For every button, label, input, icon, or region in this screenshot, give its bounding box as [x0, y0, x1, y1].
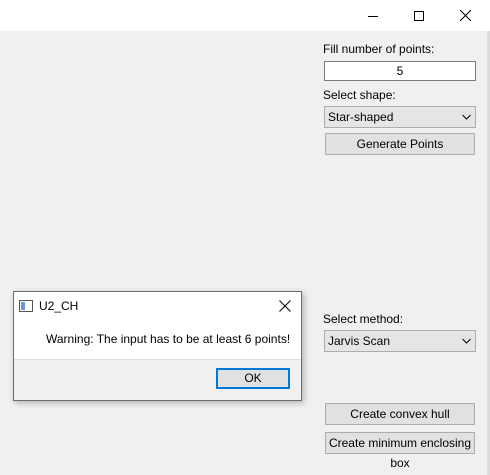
create-convex-hull-button[interactable]: Create convex hull: [325, 403, 475, 425]
method-select-value: Jarvis Scan: [328, 334, 391, 348]
dialog-close-button[interactable]: [273, 295, 297, 317]
minimize-button[interactable]: [350, 0, 396, 31]
create-enclosing-box-button[interactable]: Create minimum enclosing box: [325, 432, 475, 470]
dialog-titlebar: U2_CH: [14, 292, 301, 321]
dialog-footer: OK: [14, 359, 301, 400]
window-titlebar: [0, 0, 490, 31]
ok-button[interactable]: OK: [216, 368, 290, 389]
maximize-button[interactable]: [396, 0, 442, 31]
dialog-title: U2_CH: [39, 299, 79, 313]
warning-dialog: U2_CH Warning: The input has to be at le…: [13, 291, 302, 401]
generate-points-button[interactable]: Generate Points: [325, 133, 475, 155]
method-label: Select method:: [323, 312, 404, 326]
app-icon: [19, 300, 33, 312]
chevron-down-icon: [462, 114, 471, 120]
close-button[interactable]: [442, 0, 488, 31]
dialog-message: Warning: The input has to be at least 6 …: [46, 332, 291, 346]
points-input[interactable]: 5: [324, 61, 476, 81]
minimize-icon: [368, 15, 378, 17]
chevron-down-icon: [462, 338, 471, 344]
close-icon: [279, 300, 291, 312]
plot-area[interactable]: [0, 31, 316, 475]
shape-select-value: Star-shaped: [328, 110, 394, 124]
method-select[interactable]: Jarvis Scan: [324, 330, 476, 352]
main-window: Fill number of points: 5 Select shape: S…: [0, 0, 490, 475]
points-label: Fill number of points:: [323, 42, 435, 56]
maximize-icon: [414, 10, 424, 21]
close-icon: [459, 10, 471, 21]
shape-select[interactable]: Star-shaped: [324, 106, 476, 128]
shape-label: Select shape:: [323, 88, 396, 102]
